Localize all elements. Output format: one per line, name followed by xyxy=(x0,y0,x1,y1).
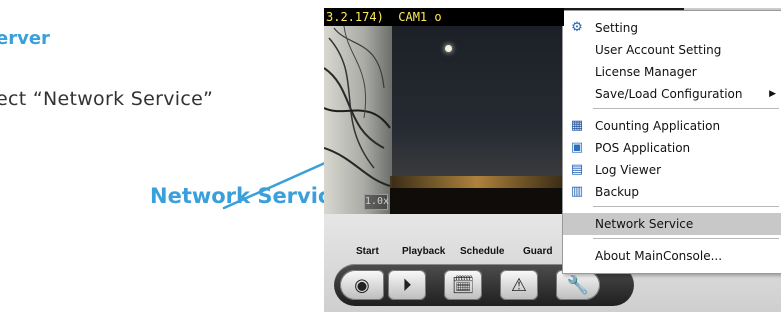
label-playback: Playback xyxy=(402,246,446,257)
tools-icon: 🔧 xyxy=(566,274,590,296)
menu-item-label: Save/Load Configuration xyxy=(595,87,743,101)
instruction-text: ect “Network Service” xyxy=(0,88,214,110)
menu-item-user-account-setting[interactable]: User Account Setting xyxy=(563,39,781,61)
menu-item-label: Log Viewer xyxy=(595,163,662,177)
menu-item-label: Counting Application xyxy=(595,119,721,133)
guard-button[interactable]: ⚠ xyxy=(500,270,538,300)
tools-context-menu: ⚙ Setting User Account Setting License M… xyxy=(562,10,781,274)
menu-item-label: Network Service xyxy=(595,217,694,231)
schedule-button[interactable]: 🗓 xyxy=(444,270,482,300)
menu-item-label: Setting xyxy=(595,21,638,35)
camera-title: 3.2.174) CAM1 o xyxy=(324,8,564,26)
menu-item-license-manager[interactable]: License Manager xyxy=(563,61,781,83)
guard-icon: ⚠ xyxy=(510,274,528,296)
schedule-icon: 🗓 xyxy=(451,274,475,296)
section-heading: erver xyxy=(0,28,50,49)
menu-item-label: About MainConsole... xyxy=(595,249,723,263)
menu-item-counting-application[interactable]: ▦ Counting Application xyxy=(563,115,781,137)
label-start: Start xyxy=(356,246,379,257)
menu-item-setting[interactable]: ⚙ Setting xyxy=(563,17,781,39)
playback-icon: ⏵ xyxy=(402,274,412,296)
label-guard: Guard xyxy=(523,246,553,257)
setting-icon: ⚙ xyxy=(571,20,583,35)
start-button[interactable]: ◉ xyxy=(340,270,384,300)
menu-item-label: Backup xyxy=(595,185,639,199)
menu-separator xyxy=(593,206,779,207)
tools-button[interactable]: 🔧 xyxy=(556,270,600,300)
camera-moon xyxy=(445,45,452,52)
label-schedule: Schedule xyxy=(460,246,505,257)
callout-label: Network Service xyxy=(150,184,345,208)
menu-item-network-service[interactable]: Network Service xyxy=(563,213,781,235)
menu-item-log-viewer[interactable]: ▤ Log Viewer xyxy=(563,159,781,181)
menu-item-pos-application[interactable]: ▣ POS Application xyxy=(563,137,781,159)
camera-view[interactable]: 3.2.174) CAM1 o 1.0x xyxy=(324,8,564,214)
menu-item-label: User Account Setting xyxy=(595,43,722,57)
menu-item-backup[interactable]: ▥ Backup xyxy=(563,181,781,203)
camera-ground xyxy=(390,188,564,214)
menu-separator xyxy=(593,238,779,239)
menu-item-label: License Manager xyxy=(595,65,697,79)
submenu-arrow-icon: ▶ xyxy=(769,89,776,99)
menu-item-label: POS Application xyxy=(595,141,691,155)
record-icon: ◉ xyxy=(354,274,370,296)
menu-item-about-mainconsole[interactable]: About MainConsole... xyxy=(563,245,781,267)
menu-item-save-load-configuration[interactable]: Save/Load Configuration ▶ xyxy=(563,83,781,105)
zoom-indicator: 1.0x xyxy=(364,194,389,210)
playback-button[interactable]: ⏵ xyxy=(388,270,426,300)
menu-separator xyxy=(593,108,779,109)
pos-icon: ▣ xyxy=(570,140,584,155)
backup-icon: ▥ xyxy=(570,184,584,199)
log-icon: ▤ xyxy=(570,162,584,177)
counting-icon: ▦ xyxy=(570,118,584,133)
